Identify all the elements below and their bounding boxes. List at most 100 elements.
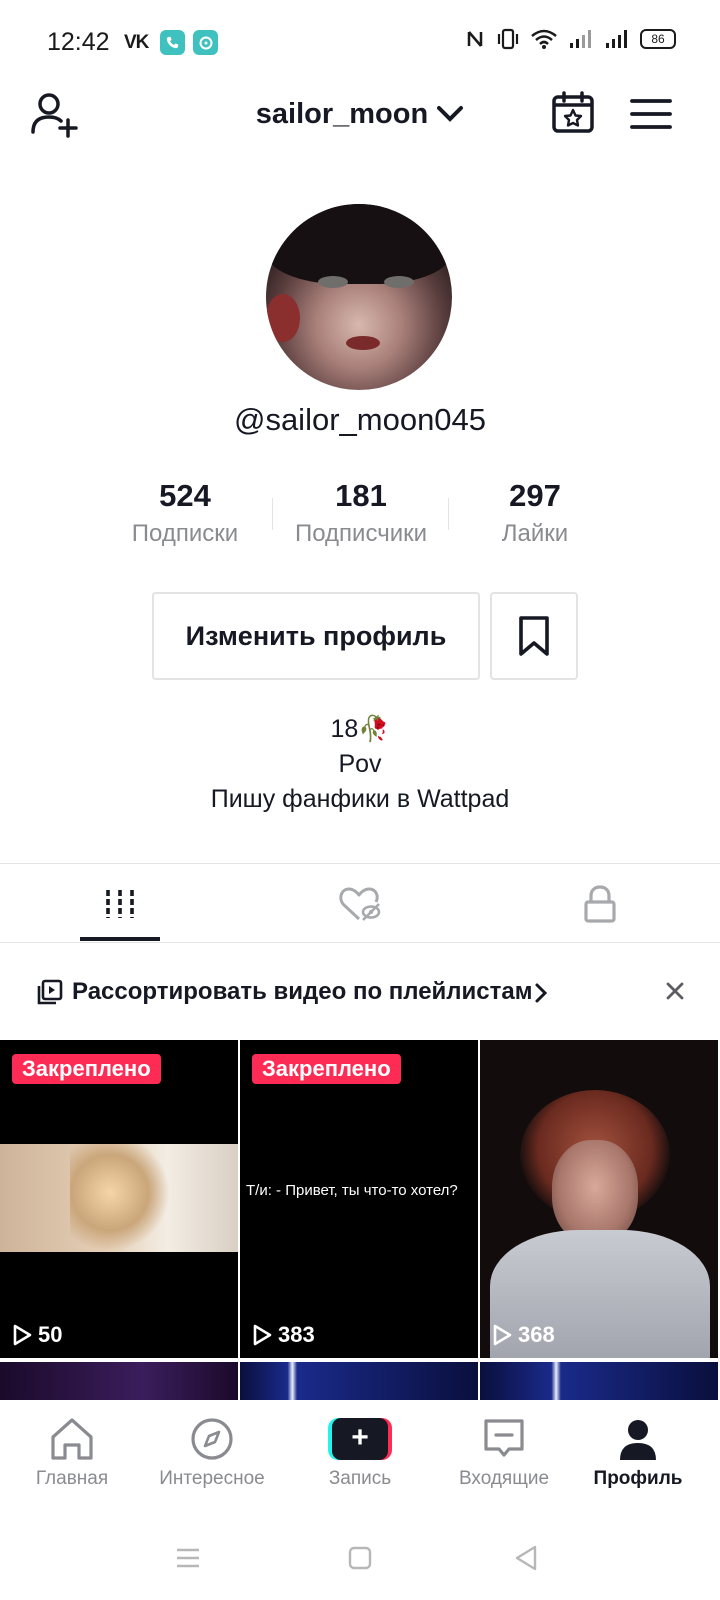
stat-value: 524 xyxy=(159,478,211,513)
profile-header: sailor_moon xyxy=(0,84,720,144)
username-switcher[interactable]: sailor_moon xyxy=(0,97,720,131)
stat-label: Подписчики xyxy=(294,520,428,547)
playlist-icon xyxy=(37,979,63,1005)
stat-followers[interactable]: 181 Подписчики xyxy=(276,476,446,548)
recents-icon xyxy=(177,1548,199,1568)
stat-likes[interactable]: 297 Лайки xyxy=(450,476,620,548)
nav-profile[interactable]: Профиль xyxy=(566,1414,710,1490)
chevron-down-icon xyxy=(437,106,464,123)
bio-line: 18🥀 xyxy=(330,715,390,743)
profile-icon xyxy=(620,1420,656,1460)
thumbnail-figure xyxy=(70,1144,170,1252)
close-icon xyxy=(666,982,684,1000)
stat-value: 297 xyxy=(509,478,561,513)
nav-label: Интересное xyxy=(159,1468,265,1489)
menu-button[interactable] xyxy=(628,94,674,134)
video-thumbnail[interactable] xyxy=(0,1362,238,1405)
view-count: 383 xyxy=(252,1322,315,1348)
tab-videos[interactable] xyxy=(0,864,240,944)
active-tab-indicator xyxy=(80,937,160,941)
pinned-badge: Закреплено xyxy=(12,1054,161,1084)
vk-icon: VK xyxy=(124,31,149,53)
status-time: 12:42 xyxy=(47,28,110,56)
tab-liked[interactable] xyxy=(240,864,480,944)
nav-label: Главная xyxy=(35,1468,109,1489)
inbox-icon xyxy=(484,1419,524,1457)
content-tabs xyxy=(0,864,720,944)
avatar[interactable] xyxy=(266,204,452,390)
video-thumbnail[interactable]: Закреплено Т/и: - Привет, ты что-то хоте… xyxy=(240,1040,478,1358)
grid-icon xyxy=(106,890,134,918)
nav-label: Профиль xyxy=(593,1468,683,1489)
chat-app-icon xyxy=(193,30,218,55)
play-icon xyxy=(13,1324,32,1346)
playlist-banner-text: Рассортировать видео по плейлистам xyxy=(72,978,533,1005)
nfc-icon xyxy=(467,31,483,47)
play-icon xyxy=(493,1324,512,1346)
compass-icon xyxy=(191,1418,233,1460)
video-thumbnail[interactable]: Закреплено 50 xyxy=(0,1040,238,1358)
avatar-eye-right xyxy=(384,276,414,288)
favorites-button[interactable] xyxy=(490,592,578,680)
home-system-button[interactable] xyxy=(342,1540,378,1576)
status-right-icons: 86 xyxy=(466,28,676,50)
playlist-banner[interactable]: Рассортировать видео по плейлистам xyxy=(0,970,720,1014)
plus-icon: + xyxy=(328,1418,392,1460)
battery-indicator: 86 xyxy=(640,29,676,49)
nav-home[interactable]: Главная xyxy=(0,1414,144,1490)
thumbnail-face xyxy=(552,1140,638,1244)
avatar-eye-left xyxy=(318,276,348,288)
stat-divider xyxy=(448,498,449,530)
stat-divider xyxy=(272,498,273,530)
profile-stats: 524 Подписки 181 Подписчики 297 Лайки xyxy=(0,476,720,556)
divider xyxy=(0,942,720,943)
recents-button[interactable] xyxy=(170,1540,206,1576)
tab-private[interactable] xyxy=(480,864,720,944)
avatar-lips xyxy=(346,336,380,350)
view-count: 368 xyxy=(492,1322,555,1348)
status-left-icons: VK xyxy=(124,30,218,55)
back-button[interactable] xyxy=(508,1540,544,1576)
status-bar: 12:42 VK 86 xyxy=(0,0,720,84)
signal-icon xyxy=(570,30,591,48)
profile-bio: 18🥀 Pov Пишу фанфики в Wattpad xyxy=(0,712,720,817)
view-count: 50 xyxy=(12,1322,62,1348)
close-banner-button[interactable] xyxy=(660,976,690,1006)
calendar-star-icon xyxy=(552,91,594,133)
video-thumbnail[interactable] xyxy=(240,1362,478,1405)
lock-icon xyxy=(584,885,616,923)
nav-inbox[interactable]: Входящие xyxy=(432,1414,576,1490)
pinned-badge: Закреплено xyxy=(252,1054,401,1084)
vibrate-icon xyxy=(497,28,519,50)
thumbnail-caption: Т/и: - Привет, ты что-то хотел? xyxy=(246,1182,458,1199)
calendar-button[interactable] xyxy=(550,90,596,136)
view-count-text: 50 xyxy=(38,1322,63,1347)
bio-line: Pov xyxy=(338,750,382,778)
nav-record[interactable]: + Запись xyxy=(288,1414,432,1490)
chevron-right-icon xyxy=(535,983,548,1003)
view-count-text: 383 xyxy=(278,1322,315,1347)
nav-label: Запись xyxy=(328,1468,392,1489)
video-grid: Закреплено 50 Закреплено Т/и: - Привет, … xyxy=(0,1040,720,1405)
bookmark-icon xyxy=(519,616,549,656)
phone-app-icon xyxy=(160,30,185,55)
view-count-text: 368 xyxy=(518,1322,555,1347)
avatar-flower xyxy=(266,294,300,342)
system-nav-bar xyxy=(0,1512,720,1600)
stat-label: Лайки xyxy=(501,520,569,547)
liked-hidden-icon xyxy=(339,887,381,921)
wifi-icon xyxy=(531,29,557,49)
stat-following[interactable]: 524 Подписки xyxy=(100,476,270,548)
menu-icon xyxy=(630,99,672,129)
video-thumbnail[interactable] xyxy=(480,1362,718,1405)
bottom-nav: Главная Интересное + Запись Входящие Про… xyxy=(0,1400,720,1512)
profile-handle: @sailor_moon045 xyxy=(233,402,487,437)
nav-discover[interactable]: Интересное xyxy=(140,1414,284,1490)
back-icon xyxy=(515,1545,537,1571)
play-icon xyxy=(253,1324,272,1346)
stat-label: Подписки xyxy=(131,520,239,547)
stat-value: 181 xyxy=(335,478,387,513)
video-thumbnail[interactable]: 368 xyxy=(480,1040,718,1358)
edit-profile-button[interactable]: Изменить профиль xyxy=(152,592,480,680)
username-title-text: sailor_moon xyxy=(255,97,429,130)
